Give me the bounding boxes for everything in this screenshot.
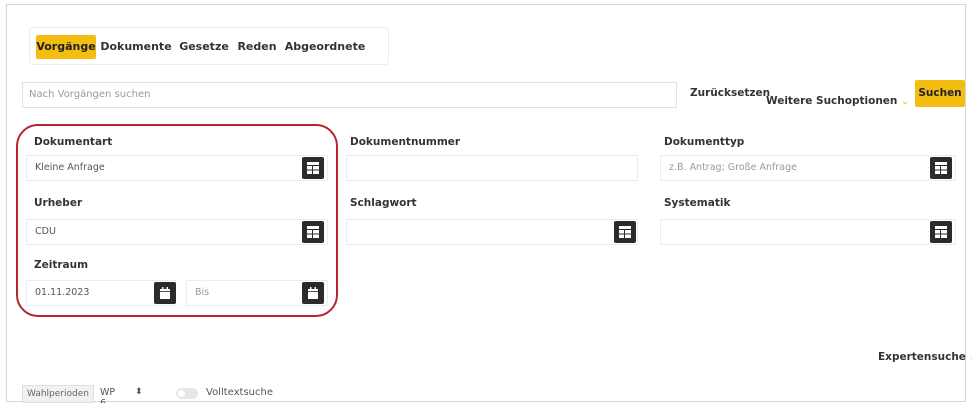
more-search-options-toggle[interactable]: Weitere Suchoptionen ⌄ xyxy=(766,95,909,107)
schlagwort-label: Schlagwort xyxy=(350,197,417,209)
schlagwort-list-button[interactable] xyxy=(614,221,636,243)
wahlperioden-label: Wahlperioden xyxy=(22,385,94,403)
search-input[interactable]: Nach Vorgängen suchen xyxy=(22,82,677,108)
wahlperiode-select[interactable]: WP 6 xyxy=(100,387,115,403)
tab-gesetze[interactable]: Gesetze xyxy=(176,35,232,59)
list-icon xyxy=(935,226,947,238)
tab-abgeordnete[interactable]: Abgeordnete xyxy=(282,35,368,59)
list-icon xyxy=(619,226,631,238)
systematik-list-button[interactable] xyxy=(930,221,952,243)
dokumenttyp-list-button[interactable] xyxy=(930,157,952,179)
dokumenttyp-label: Dokumenttyp xyxy=(664,136,745,148)
volltext-label: Volltextsuche xyxy=(206,387,274,398)
list-icon xyxy=(935,162,947,174)
more-search-options-label: Weitere Suchoptionen xyxy=(766,95,898,107)
dokumenttyp-field[interactable]: z.B. Antrag; Große Anfrage xyxy=(660,155,956,181)
chevron-down-icon: ⌄ xyxy=(901,97,909,107)
volltext-toggle[interactable] xyxy=(176,388,198,399)
tab-vorgaenge[interactable]: Vorgänge xyxy=(36,35,96,59)
expert-search-label: Expertensuche xyxy=(878,351,966,363)
tab-dokumente[interactable]: Dokumente xyxy=(98,35,174,59)
systematik-label: Systematik xyxy=(664,197,731,209)
highlight-annotation xyxy=(16,124,338,317)
tab-reden[interactable]: Reden xyxy=(234,35,280,59)
systematik-field[interactable] xyxy=(660,219,956,245)
schlagwort-field[interactable] xyxy=(346,219,638,245)
select-arrow-icon: ⬍ xyxy=(135,387,143,397)
search-button[interactable]: Suchen xyxy=(915,80,965,107)
dokumentnummer-label: Dokumentnummer xyxy=(350,136,461,148)
expert-search-toggle[interactable]: Expertensuche⌄ xyxy=(878,351,972,363)
search-tabs: Vorgänge Dokumente Gesetze Reden Abgeord… xyxy=(29,27,389,65)
reset-button[interactable]: Zurücksetzen xyxy=(690,87,770,99)
dokumentnummer-field[interactable] xyxy=(346,155,638,181)
